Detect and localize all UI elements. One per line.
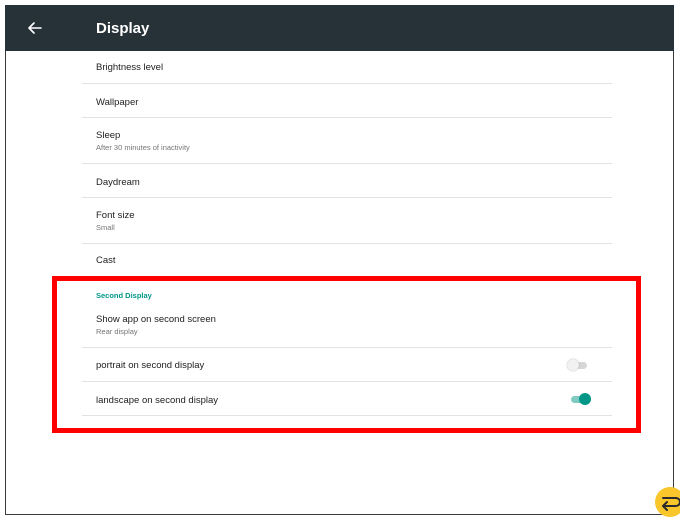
setting-brightness-level[interactable]: Brightness level <box>82 51 612 84</box>
setting-summary: Rear display <box>96 327 138 336</box>
setting-title: Wallpaper <box>96 97 139 108</box>
setting-title: Font size <box>96 210 135 221</box>
setting-show-app-on-second-screen[interactable]: Show app on second screen Rear display <box>82 304 612 348</box>
setting-summary: Small <box>96 223 115 232</box>
switch-thumb <box>567 359 579 371</box>
app-bar: Display <box>5 5 674 51</box>
switch-thumb <box>579 393 591 405</box>
back-arrow-icon[interactable] <box>25 18 45 38</box>
setting-daydream[interactable]: Daydream <box>82 164 612 198</box>
setting-landscape-on-second-display[interactable]: landscape on second display <box>82 382 612 416</box>
setting-sleep[interactable]: Sleep After 30 minutes of inactivity <box>82 118 612 164</box>
section-header-second-display: Second Display <box>96 291 152 300</box>
setting-title: Sleep <box>96 130 121 141</box>
setting-title: Cast <box>96 255 116 266</box>
landscape-toggle-switch[interactable] <box>571 393 591 405</box>
return-button[interactable] <box>655 487 680 517</box>
setting-cast[interactable]: Cast <box>82 244 612 274</box>
setting-summary: After 30 minutes of inactivity <box>96 143 190 152</box>
setting-font-size[interactable]: Font size Small <box>82 198 612 244</box>
setting-title: landscape on second display <box>96 395 219 406</box>
setting-title: Show app on second screen <box>96 314 216 325</box>
setting-wallpaper[interactable]: Wallpaper <box>82 84 612 118</box>
setting-portrait-on-second-display[interactable]: portrait on second display <box>82 348 612 382</box>
return-arrow-icon <box>662 497 680 511</box>
settings-list: Brightness level Wallpaper Sleep After 3… <box>82 51 612 274</box>
portrait-toggle-switch[interactable] <box>567 359 587 371</box>
setting-title: portrait on second display <box>96 360 205 371</box>
setting-title: Brightness level <box>96 62 164 73</box>
setting-title: Daydream <box>96 177 140 188</box>
page-title: Display <box>96 20 150 37</box>
